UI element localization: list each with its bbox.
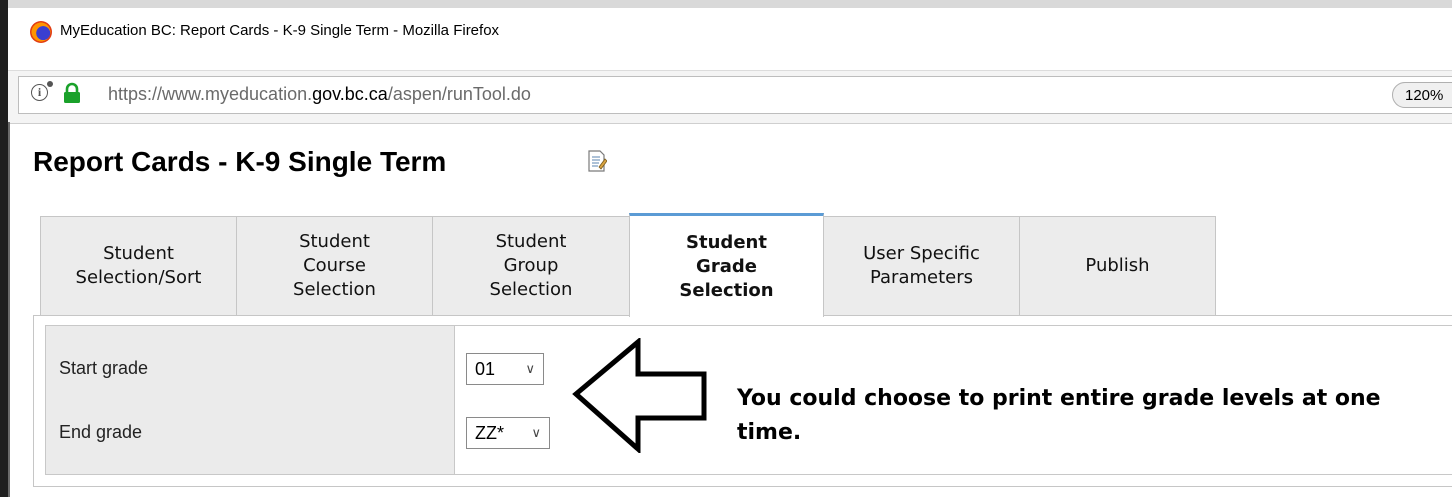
start-grade-label: Start grade — [59, 358, 149, 378]
content-left-border — [8, 122, 10, 497]
tab-student-grade-selection[interactable]: Student Grade Selection — [629, 213, 824, 317]
window-title: MyEducation BC: Report Cards - K-9 Singl… — [60, 22, 500, 39]
info-badge-dot — [47, 81, 53, 87]
chevron-down-icon: ∨ — [525, 361, 535, 376]
window-left-edge — [0, 0, 8, 497]
url-text[interactable]: https://www.myeducation.gov.bc.ca/aspen/… — [108, 84, 531, 105]
tab-student-course-selection[interactable]: Student Course Selection — [236, 216, 433, 315]
arrow-left-icon — [572, 338, 707, 453]
tab-student-group-selection[interactable]: Student Group Selection — [432, 216, 630, 315]
page-title: Report Cards - K-9 Single Term — [33, 146, 447, 177]
tab-user-specific-parameters[interactable]: User Specific Parameters — [823, 216, 1020, 315]
end-grade-label: End grade — [59, 422, 143, 442]
start-grade-value: 01 — [475, 359, 496, 379]
firefox-logo-icon — [30, 21, 52, 43]
end-grade-value: ZZ* — [475, 423, 504, 443]
tab-publish[interactable]: Publish — [1019, 216, 1216, 315]
zoom-level-badge[interactable]: 120% — [1392, 82, 1452, 108]
start-grade-select[interactable]: 01 ∨ — [466, 353, 544, 385]
report-doc-icon[interactable] — [587, 150, 607, 172]
chevron-down-icon: ∨ — [531, 425, 541, 440]
lock-icon[interactable] — [61, 82, 83, 104]
label-column — [45, 325, 455, 475]
url-domain: gov.bc.ca — [312, 84, 388, 104]
end-grade-select[interactable]: ZZ* ∨ — [466, 417, 550, 449]
info-icon[interactable]: i — [31, 84, 48, 101]
tab-student-selection-sort[interactable]: Student Selection/Sort — [40, 216, 237, 315]
annotation-text: You could choose to print entire grade l… — [737, 386, 1381, 445]
